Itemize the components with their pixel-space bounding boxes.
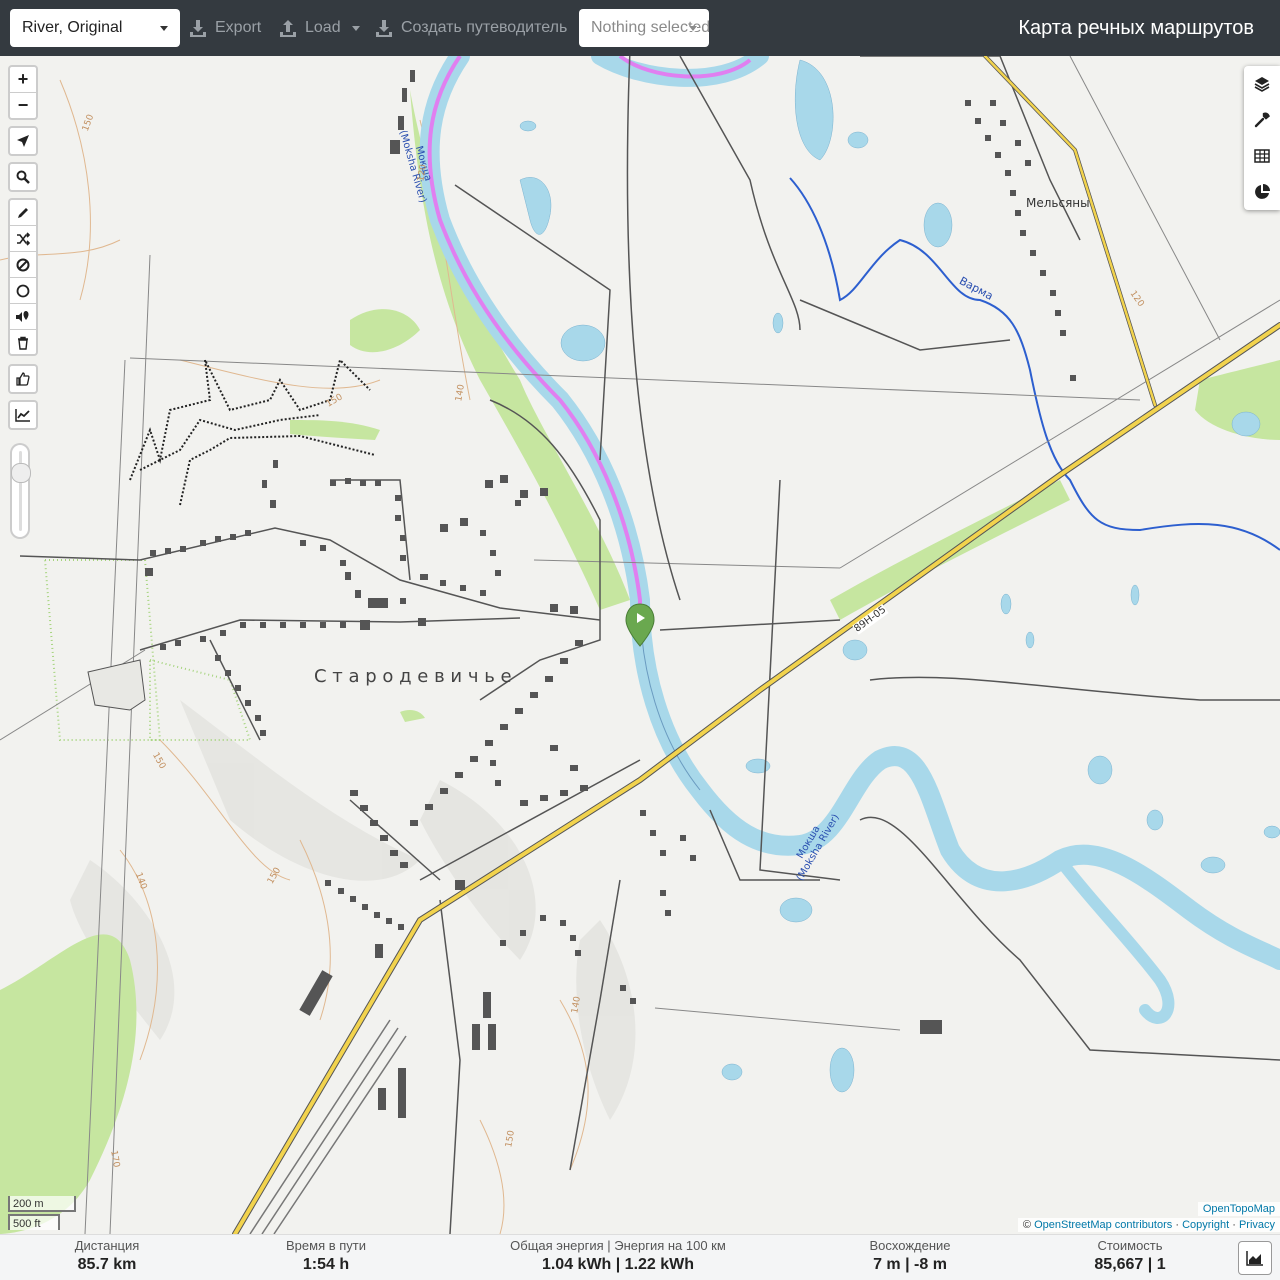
stat-energy-label: Общая энергия | Энергия на 100 км (510, 1238, 726, 1253)
search-button[interactable] (10, 164, 36, 190)
elevation-control (8, 400, 38, 430)
scale-metric: 200 m (8, 1196, 76, 1212)
show-chart-button[interactable] (1238, 1241, 1272, 1275)
opacity-slider[interactable] (10, 443, 31, 539)
circle-icon (16, 284, 30, 297)
copyright-symbol: © (1022, 1219, 1032, 1231)
draw-route-button[interactable] (10, 200, 36, 226)
pencil-icon (18, 207, 28, 218)
search-control (8, 162, 38, 192)
track-select[interactable]: Nothing selected (579, 9, 709, 47)
delete-route-button[interactable] (10, 330, 36, 356)
stat-time-value: 1:54 h (302, 1256, 350, 1273)
pie-chart-icon (1255, 184, 1270, 199)
circle-area-button[interactable] (10, 278, 36, 304)
create-guide-button[interactable]: Создать путеводитель (374, 9, 567, 47)
trash-icon (18, 336, 28, 350)
privacy-link[interactable]: Privacy (1239, 1219, 1275, 1231)
wrench-icon (1254, 112, 1270, 128)
thumbs-up-button[interactable] (10, 366, 36, 392)
opentopomap-link[interactable]: OpenTopoMap (1203, 1203, 1275, 1215)
right-control-panel (1244, 66, 1280, 210)
marker-sound-icon (16, 310, 29, 322)
download-icon (190, 20, 206, 37)
table-icon (1254, 149, 1270, 163)
load-button[interactable]: Load (278, 9, 360, 47)
map-view[interactable]: С т а р о д е в и ч ь е Мельсяны Мокша (… (0, 56, 1280, 1234)
stat-ascent: Восхождение 7 m | -8 m (840, 1235, 980, 1274)
analysis-button[interactable] (1244, 174, 1280, 210)
reverse-route-button[interactable] (10, 226, 36, 252)
chevron-down-icon (160, 26, 168, 31)
stat-distance-label: Дистанция (74, 1238, 140, 1253)
shuffle-icon (17, 231, 30, 246)
village-label-starodevichye: С т а р о д е в и ч ь е (314, 666, 512, 687)
download-icon (376, 20, 392, 37)
settings-button[interactable] (1244, 102, 1280, 138)
poi-button[interactable] (10, 304, 36, 330)
tiles-attribution: OpenTopoMap (1197, 1202, 1280, 1216)
export-label: Export (215, 19, 262, 36)
app-title: Карта речных маршрутов (1018, 17, 1254, 39)
zoom-out-button[interactable]: − (10, 93, 36, 118)
feedback-control (8, 364, 38, 394)
elevation-profile-button[interactable] (10, 402, 36, 428)
scale-imperial: 500 ft (8, 1214, 60, 1230)
draw-toolbar (8, 198, 38, 356)
stat-cost-value: 85,667 | 1 (1094, 1256, 1166, 1273)
chevron-down-icon (689, 26, 697, 31)
stat-cost: Стоимость 85,667 | 1 (1062, 1235, 1198, 1274)
osm-contributors-link[interactable]: OpenStreetMap contributors (1034, 1219, 1172, 1231)
layers-button[interactable] (1244, 66, 1280, 102)
locate-button[interactable] (10, 128, 36, 154)
slider-handle[interactable] (11, 463, 31, 483)
profile-select-value: River, Original (22, 19, 123, 36)
data-table-button[interactable] (1244, 138, 1280, 174)
locate-control (8, 126, 38, 156)
thumbs-up-icon (16, 372, 30, 386)
map-canvas[interactable] (0, 56, 1280, 1234)
stat-distance-value: 85.7 km (77, 1256, 137, 1273)
ban-icon (16, 258, 30, 271)
profile-select[interactable]: River, Original (10, 9, 180, 47)
stat-cost-label: Стоимость (1097, 1238, 1163, 1253)
location-arrow-icon (17, 135, 29, 147)
area-chart-icon (1246, 1251, 1263, 1266)
stat-distance: Дистанция 85.7 km (40, 1235, 174, 1274)
map-attribution: © OpenStreetMap contributors · Copyright… (1017, 1218, 1280, 1232)
separator: · (1175, 1219, 1179, 1231)
top-toolbar: River, Original Export Load Создать путе… (0, 0, 1280, 56)
zoom-control: + − (8, 65, 38, 120)
separator: · (1232, 1219, 1236, 1231)
upload-icon (280, 20, 296, 37)
load-label: Load (305, 19, 341, 36)
stat-energy: Общая энергия | Энергия на 100 км 1.04 k… (478, 1235, 758, 1274)
stat-time: Время в пути 1:54 h (256, 1235, 396, 1274)
zoom-in-button[interactable]: + (10, 67, 36, 93)
stat-ascent-label: Восхождение (869, 1238, 951, 1253)
no-go-area-button[interactable] (10, 252, 36, 278)
stat-ascent-value: 7 m | -8 m (873, 1256, 947, 1273)
search-icon (16, 170, 30, 184)
export-button[interactable]: Export (188, 9, 261, 47)
copyright-link[interactable]: Copyright (1182, 1219, 1229, 1231)
route-stats-bar: Дистанция 85.7 km Время в пути 1:54 h Об… (0, 1234, 1280, 1280)
create-guide-label: Создать путеводитель (401, 19, 568, 36)
stat-energy-value: 1.04 kWh | 1.22 kWh (541, 1256, 695, 1273)
stat-time-label: Время в пути (286, 1238, 366, 1253)
village-label-melsyany: Мельсяны (1026, 196, 1090, 210)
layers-icon (1254, 77, 1270, 92)
line-chart-icon (15, 409, 30, 422)
chevron-down-icon (351, 25, 360, 31)
